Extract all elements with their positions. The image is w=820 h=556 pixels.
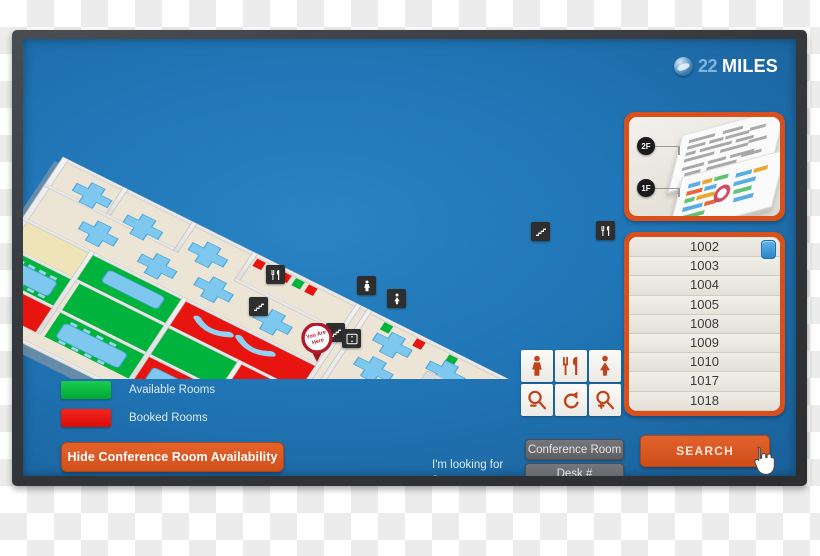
stairs-icon[interactable] bbox=[531, 222, 550, 241]
legend-row-booked: Booked Rooms bbox=[61, 409, 215, 427]
swirl-globe-icon bbox=[673, 57, 693, 76]
list-item[interactable]: 1008 bbox=[629, 314, 780, 334]
zoom-out-icon[interactable] bbox=[521, 384, 553, 416]
womens-restroom-icon[interactable] bbox=[387, 289, 406, 308]
available-color-swatch bbox=[61, 381, 111, 399]
room-list-inner: 1002 1003 1004 1005 1008 1009 1010 1017 … bbox=[629, 237, 780, 411]
desk-number-filter-button[interactable]: Desk # bbox=[525, 463, 624, 476]
restaurant-icon[interactable] bbox=[266, 265, 285, 284]
floor-map[interactable]: You Are Here bbox=[23, 39, 618, 379]
kiosk-frame: 22 MILES You Are Here 2F 1F 1002 1003 10… bbox=[12, 30, 807, 486]
search-prompt-label: I'm looking for a... bbox=[432, 459, 504, 476]
restaurant-icon[interactable] bbox=[555, 350, 587, 382]
list-item[interactable]: 1004 bbox=[629, 276, 780, 296]
list-item[interactable]: 1005 bbox=[629, 295, 780, 315]
floor-leader-2f bbox=[655, 146, 679, 147]
mens-restroom-icon[interactable] bbox=[521, 350, 553, 382]
womens-restroom-icon[interactable] bbox=[589, 350, 621, 382]
restaurant-icon[interactable] bbox=[596, 221, 615, 240]
map-tool-grid[interactable] bbox=[521, 350, 621, 416]
reset-rotate-icon[interactable] bbox=[555, 384, 587, 416]
floor-leader-1f bbox=[655, 188, 679, 189]
legend-label-available: Available Rooms bbox=[129, 384, 216, 396]
floor-tick-1f bbox=[678, 188, 680, 197]
list-item[interactable]: 1017 bbox=[629, 372, 780, 392]
you-are-here-marker[interactable]: You Are Here bbox=[300, 323, 334, 363]
legend-label-booked: Booked Rooms bbox=[129, 412, 208, 424]
room-list-panel[interactable]: 1002 1003 1004 1005 1008 1009 1010 1017 … bbox=[624, 232, 785, 416]
list-item[interactable]: 1002 bbox=[629, 238, 780, 258]
brand-prefix: 22 bbox=[697, 56, 718, 76]
hand-cursor bbox=[751, 445, 777, 476]
floor-badge-1f[interactable]: 1F bbox=[637, 179, 655, 197]
legend-row-available: Available Rooms bbox=[61, 381, 215, 399]
room-list[interactable]: 1002 1003 1004 1005 1008 1009 1010 1017 … bbox=[629, 237, 780, 411]
brand-name: MILES bbox=[721, 56, 778, 76]
brand-logo: 22 MILES bbox=[673, 56, 778, 77]
availability-legend: Available Rooms Booked Rooms bbox=[61, 381, 215, 437]
stairs-icon[interactable] bbox=[249, 297, 268, 316]
floor-selector-inner: 2F 1F bbox=[629, 117, 780, 216]
floor-plate-1f[interactable] bbox=[667, 149, 780, 216]
floor-badge-2f[interactable]: 2F bbox=[637, 137, 655, 155]
list-item[interactable]: 1003 bbox=[629, 257, 780, 277]
kiosk-screen: 22 MILES You Are Here 2F 1F 1002 1003 10… bbox=[23, 39, 796, 476]
elevator-icon[interactable] bbox=[342, 329, 361, 348]
zoom-in-icon[interactable] bbox=[589, 384, 621, 416]
floor-selector-panel[interactable]: 2F 1F bbox=[624, 112, 785, 221]
conference-room-filter-button[interactable]: Conference Room bbox=[525, 439, 624, 460]
hide-conference-room-availability-button[interactable]: Hide Conference Room Availability bbox=[61, 442, 284, 472]
list-item[interactable]: 1010 bbox=[629, 353, 780, 373]
booked-color-swatch bbox=[61, 409, 111, 427]
floor-tick-2f bbox=[678, 146, 680, 155]
list-item[interactable]: 1018 bbox=[629, 391, 780, 411]
vertical-scrollbar-thumb[interactable] bbox=[761, 240, 776, 259]
mens-restroom-icon[interactable] bbox=[357, 276, 376, 295]
list-item[interactable]: 1009 bbox=[629, 333, 780, 354]
